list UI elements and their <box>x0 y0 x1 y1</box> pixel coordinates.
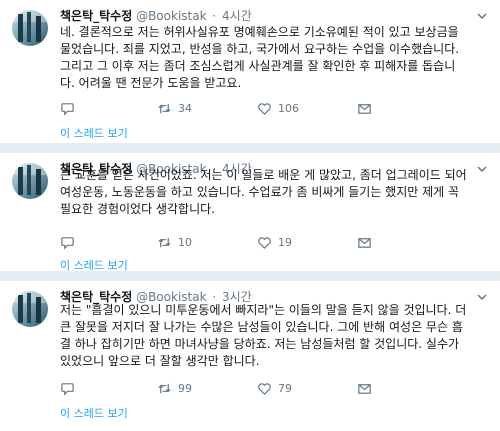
retweet-count: 10 <box>178 236 192 249</box>
tweet-time[interactable]: 4시간 <box>222 9 252 23</box>
reply-icon <box>61 237 74 250</box>
tweet-3[interactable]: 책은탁_탁수정 @Bookistak · 3시간 저는 "흠결이 있으니 미투운… <box>0 281 500 431</box>
tweet-header: 책은탁_탁수정 @Bookistak · 4시간 <box>60 9 252 23</box>
reply-button[interactable] <box>60 381 75 396</box>
tweet-2[interactable]: 책은탁_탁수정 @Bookistak · 4시간 큰 교훈을 얻은 사건이었죠.… <box>0 153 500 272</box>
message-button[interactable] <box>357 235 372 250</box>
like-count: 19 <box>278 236 292 249</box>
divider <box>0 143 500 153</box>
tweet-actions: 99 79 <box>60 381 480 397</box>
avatar[interactable] <box>12 291 48 327</box>
retweet-count: 34 <box>178 102 192 115</box>
divider <box>0 271 500 281</box>
tweet-text: 네. 결론적으로 저는 허위사실유포 명예훼손으로 기소유예된 적이 있고 보상… <box>60 25 460 90</box>
tweet-text: 큰 교훈을 얻은 사건이었죠. 저는 이 일들로 배운 게 많았고, 좀더 업그… <box>60 168 467 216</box>
author-handle[interactable]: @Bookistak <box>136 9 206 23</box>
avatar[interactable] <box>12 163 48 199</box>
reply-button[interactable] <box>60 235 75 250</box>
retweet-button[interactable]: 34 <box>157 101 192 116</box>
retweet-icon <box>158 383 171 394</box>
chevron-down-icon[interactable] <box>476 10 488 22</box>
tweet-text: 저는 "흠결이 있으니 미투운동에서 빠지라"는 이들의 말을 듣지 않을 것입… <box>60 303 467 368</box>
like-icon <box>258 237 271 249</box>
like-count: 79 <box>278 382 292 395</box>
like-button[interactable]: 79 <box>257 381 292 396</box>
message-button[interactable] <box>357 381 372 396</box>
retweet-button[interactable]: 10 <box>157 235 192 250</box>
avatar[interactable] <box>12 10 48 46</box>
show-thread-link[interactable]: 이 스레드 보기 <box>60 405 128 421</box>
like-button[interactable]: 19 <box>257 235 292 250</box>
retweet-button[interactable]: 99 <box>157 381 192 396</box>
reply-button[interactable] <box>60 101 75 116</box>
message-icon <box>358 104 371 114</box>
retweet-icon <box>158 103 171 114</box>
author-name[interactable]: 책은탁_탁수정 <box>60 9 132 23</box>
like-button[interactable]: 106 <box>257 101 299 116</box>
message-icon <box>358 384 371 394</box>
tweet-actions: 10 19 <box>60 235 480 251</box>
show-thread-link[interactable]: 이 스레드 보기 <box>60 125 128 141</box>
tweet-1[interactable]: 책은탁_탁수정 @Bookistak · 4시간 네. 결론적으로 저는 허위사… <box>0 0 500 140</box>
reply-icon <box>61 103 74 116</box>
like-icon <box>258 383 271 395</box>
message-button[interactable] <box>357 101 372 116</box>
like-count: 106 <box>278 102 299 115</box>
tweet-actions: 34 106 <box>60 101 480 117</box>
message-icon <box>358 238 371 248</box>
retweet-count: 99 <box>178 382 192 395</box>
like-icon <box>258 103 271 115</box>
reply-icon <box>61 383 74 396</box>
retweet-icon <box>158 237 171 248</box>
